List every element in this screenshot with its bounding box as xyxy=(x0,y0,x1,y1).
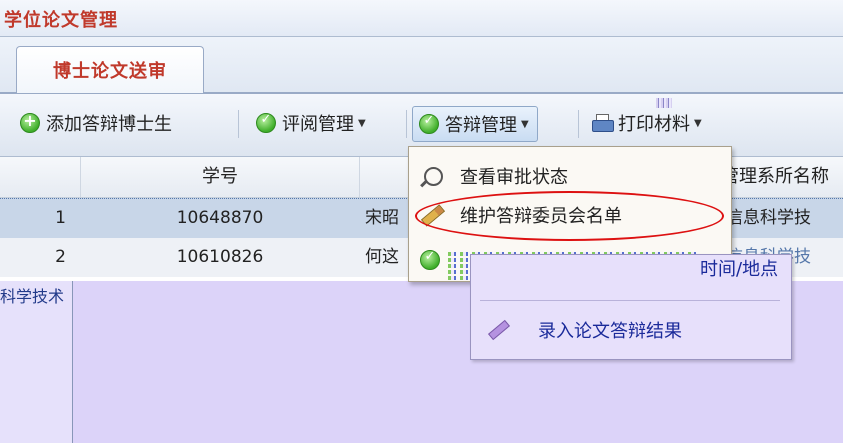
toolbar-separator xyxy=(406,110,407,138)
annotation-ellipse xyxy=(415,191,724,241)
lower-left-label: 科学技术 xyxy=(0,287,65,306)
app-title: 学位论文管理 xyxy=(4,10,118,31)
defense-management-button[interactable]: 答辩管理 ▼ xyxy=(412,106,538,142)
magnifier-icon xyxy=(423,166,443,186)
row-index: 1 xyxy=(55,208,66,228)
check-icon xyxy=(419,113,439,134)
col-header-dept[interactable]: 管理系所名称 xyxy=(721,157,843,197)
printer-icon xyxy=(592,114,614,132)
check-icon xyxy=(420,249,446,275)
tab-label: 博士论文送审 xyxy=(53,61,167,82)
col-header-student-id[interactable]: 学号 xyxy=(81,157,360,197)
add-doctoral-student-button[interactable]: 添加答辩博士生 xyxy=(20,104,172,142)
defense-label: 答辩管理 xyxy=(445,115,517,136)
submenu-item-label: 录入论文答辩结果 xyxy=(538,321,682,342)
name-cell: 宋昭 xyxy=(365,208,399,228)
chevron-down-icon: ▼ xyxy=(358,117,366,129)
row-index: 2 xyxy=(55,247,66,267)
toolbar-separator xyxy=(238,110,239,138)
toolbar-separator xyxy=(578,110,579,138)
submenu-item-schedule[interactable]: 时间/地点 xyxy=(700,255,778,281)
student-id-cell: 10648870 xyxy=(176,208,264,228)
chevron-down-icon: ▼ xyxy=(521,118,529,130)
add-icon xyxy=(20,111,40,133)
print-materials-button[interactable]: 打印材料 ▼ xyxy=(592,104,702,142)
add-label: 添加答辩博士生 xyxy=(46,114,172,135)
review-management-button[interactable]: 评阅管理 ▼ xyxy=(256,104,366,142)
title-bar xyxy=(0,0,843,36)
student-id-cell: 10610826 xyxy=(176,247,264,267)
print-label: 打印材料 xyxy=(618,114,690,135)
col-header-index xyxy=(0,157,81,197)
pencil-icon xyxy=(488,319,510,341)
submenu-divider xyxy=(480,300,780,301)
check-icon xyxy=(256,112,276,133)
tab-doctoral-review[interactable]: 博士论文送审 xyxy=(16,46,204,93)
chevron-down-icon: ▼ xyxy=(694,117,702,129)
submenu-item-enter-defense-result[interactable]: 录入论文答辩结果 xyxy=(478,312,788,348)
review-label: 评阅管理 xyxy=(282,114,354,135)
dept-cell: 信息科学技 xyxy=(726,208,811,228)
name-cell: 何这 xyxy=(365,247,399,267)
menu-item-view-approval-status[interactable]: 查看审批状态 xyxy=(410,156,728,196)
render-artifact xyxy=(656,98,672,108)
menu-item-label: 查看审批状态 xyxy=(460,167,568,188)
